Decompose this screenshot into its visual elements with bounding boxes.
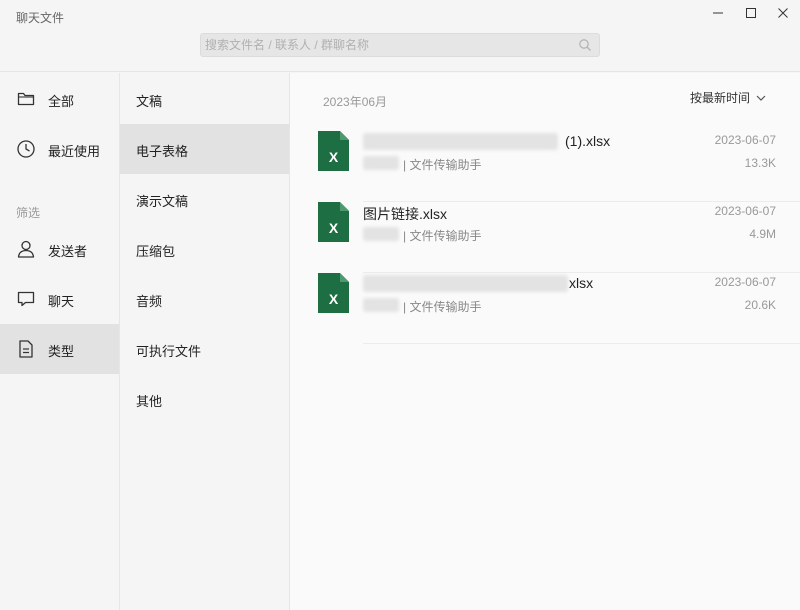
file-row[interactable]: X (1).xlsx | 文件传输助手 2023-06-07 13.3K xyxy=(290,131,800,202)
type-item-archives[interactable]: 压缩包 xyxy=(120,224,289,274)
type-item-audio[interactable]: 音频 xyxy=(120,274,289,324)
excel-icon: X xyxy=(318,273,349,313)
month-header: 2023年06月 xyxy=(323,95,388,109)
file-source: | 文件传输助手 xyxy=(403,300,482,314)
search-icon[interactable] xyxy=(578,38,592,57)
type-item-label: 其他 xyxy=(136,394,163,409)
type-item-other[interactable]: 其他 xyxy=(120,374,289,424)
file-row[interactable]: X xlsx | 文件传输助手 2023-06-07 20.6K xyxy=(290,273,800,344)
file-size: 13.3K xyxy=(744,156,776,170)
type-item-label: 演示文稿 xyxy=(136,194,189,209)
close-icon[interactable] xyxy=(773,4,793,22)
sidebar-item-type[interactable]: 类型 xyxy=(0,324,119,374)
type-item-label: 压缩包 xyxy=(136,244,176,259)
document-icon xyxy=(16,339,36,359)
blurred-sender xyxy=(363,298,399,312)
type-item-label: 文稿 xyxy=(136,94,163,109)
file-date: 2023-06-07 xyxy=(714,275,776,289)
chevron-down-icon xyxy=(756,95,766,101)
type-item-presentations[interactable]: 演示文稿 xyxy=(120,174,289,224)
window-title: 聊天文件 xyxy=(16,11,65,25)
sidebar-item-label: 聊天 xyxy=(48,294,75,309)
sidebar-item-label: 发送者 xyxy=(48,244,88,259)
file-date: 2023-06-07 xyxy=(714,204,776,218)
sort-label: 按最新时间 xyxy=(690,91,751,105)
file-size: 20.6K xyxy=(744,298,776,312)
file-source: | 文件传输助手 xyxy=(403,229,482,243)
search-input[interactable] xyxy=(205,37,565,53)
type-item-spreadsheets[interactable]: 电子表格 xyxy=(120,124,289,174)
file-name: 图片链接.xlsx xyxy=(363,206,447,222)
blurred-sender xyxy=(363,156,399,170)
clock-icon xyxy=(16,139,36,159)
excel-icon: X xyxy=(318,131,349,171)
sort-dropdown[interactable]: 按最新时间 xyxy=(690,89,766,106)
sidebar-item-label: 类型 xyxy=(48,344,75,359)
sidebar-item-label: 最近使用 xyxy=(48,144,101,159)
blurred-sender xyxy=(363,227,399,241)
blurred-filename xyxy=(363,133,558,150)
sidebar-item-all[interactable]: 全部 xyxy=(0,74,119,124)
sidebar: 全部 最近使用 筛选 发送者 聊天 类型 xyxy=(0,73,120,610)
search-box[interactable] xyxy=(200,33,600,57)
file-source: | 文件传输助手 xyxy=(403,158,482,172)
excel-icon: X xyxy=(318,202,349,242)
svg-text:X: X xyxy=(329,149,339,165)
maximize-icon[interactable] xyxy=(741,4,761,22)
svg-text:X: X xyxy=(329,220,339,236)
type-item-documents[interactable]: 文稿 xyxy=(120,74,289,124)
sidebar-item-sender[interactable]: 发送者 xyxy=(0,224,119,274)
folder-icon xyxy=(16,89,36,109)
title-bar: 聊天文件 xyxy=(0,0,800,72)
file-size: 4.9M xyxy=(749,227,776,241)
sidebar-item-chat[interactable]: 聊天 xyxy=(0,274,119,324)
blurred-filename xyxy=(363,275,568,292)
person-icon xyxy=(16,239,36,259)
type-item-label: 电子表格 xyxy=(136,144,189,159)
type-item-label: 音频 xyxy=(136,294,163,309)
minimize-icon[interactable] xyxy=(708,4,728,22)
file-row[interactable]: X 图片链接.xlsx | 文件传输助手 2023-06-07 4.9M xyxy=(290,202,800,273)
file-name: xlsx xyxy=(569,275,594,291)
svg-text:X: X xyxy=(329,291,339,307)
type-item-label: 可执行文件 xyxy=(136,344,202,359)
filter-section-label: 筛选 xyxy=(16,206,41,220)
sidebar-item-label: 全部 xyxy=(48,94,75,109)
type-list: 文稿 电子表格 演示文稿 压缩包 音频 可执行文件 其他 xyxy=(120,73,290,610)
sidebar-item-recent[interactable]: 最近使用 xyxy=(0,124,119,174)
type-item-executables[interactable]: 可执行文件 xyxy=(120,324,289,374)
row-divider xyxy=(363,343,800,344)
file-list-panel: 2023年06月 按最新时间 X (1).xlsx | 文件传输助手 2023-… xyxy=(290,73,800,610)
file-date: 2023-06-07 xyxy=(714,133,776,147)
chat-icon xyxy=(16,289,36,309)
file-name: (1).xlsx xyxy=(565,133,611,149)
